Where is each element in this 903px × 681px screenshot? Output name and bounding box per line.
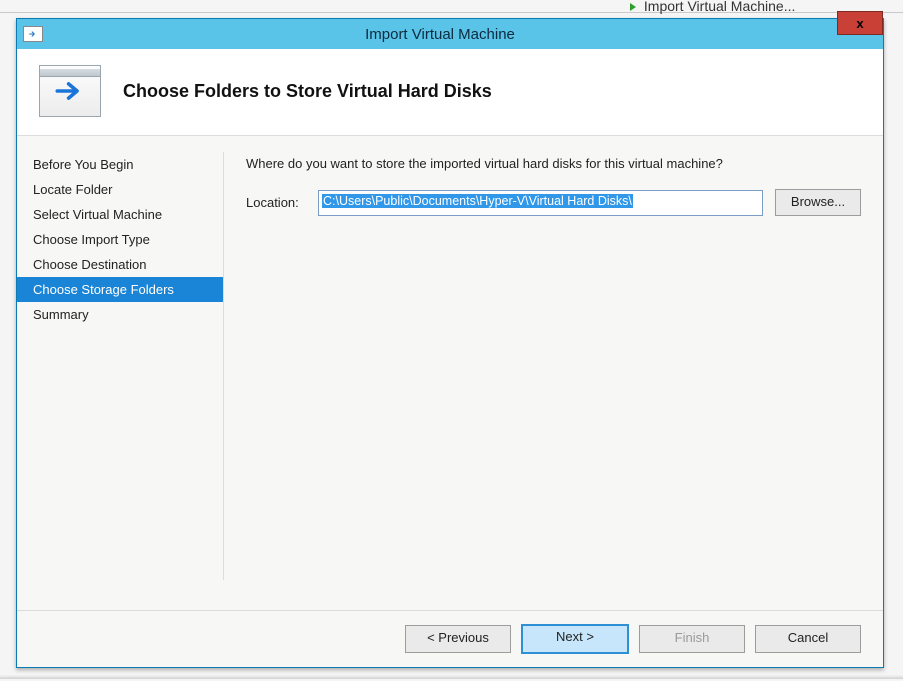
import-vm-dialog: Import Virtual Machine x Choose Folders … (16, 18, 884, 668)
finish-button: Finish (639, 625, 745, 653)
location-input[interactable]: C:\Users\Public\Documents\Hyper-V\Virtua… (318, 190, 763, 216)
wizard-steps-sidebar: Before You Begin Locate Folder Select Virt… (17, 136, 223, 610)
close-button[interactable]: x (837, 11, 883, 35)
sidebar-item-step-1[interactable]: Locate Folder (17, 177, 223, 202)
sidebar-item-label: Locate Folder (33, 182, 113, 197)
sidebar-item-step-3[interactable]: Choose Import Type (17, 227, 223, 252)
wizard-content: Where do you want to store the imported … (224, 136, 883, 610)
titlebar: Import Virtual Machine x (17, 19, 883, 49)
browse-button[interactable]: Browse... (775, 189, 861, 216)
page-bottom-shadow (0, 675, 903, 679)
bg-action-link[interactable]: Import Virtual Machine... (630, 0, 795, 14)
wizard-footer: < Previous Next > Finish Cancel (17, 610, 883, 667)
location-row: Location: C:\Users\Public\Documents\Hype… (246, 189, 861, 216)
sidebar-item-label: Summary (33, 307, 89, 322)
sidebar-item-step-4[interactable]: Choose Destination (17, 252, 223, 277)
window-title: Import Virtual Machine (43, 26, 837, 43)
import-arrow-icon (630, 3, 636, 11)
location-label: Location: (246, 195, 306, 210)
cancel-button[interactable]: Cancel (755, 625, 861, 653)
window-icon (23, 26, 43, 42)
sidebar-item-step-6[interactable]: Summary (17, 302, 223, 327)
prompt-text: Where do you want to store the imported … (246, 156, 861, 171)
sidebar-item-label: Choose Storage Folders (33, 282, 174, 297)
sidebar-item-label: Choose Import Type (33, 232, 150, 247)
sidebar-item-label: Before You Begin (33, 157, 133, 172)
wizard-header: Choose Folders to Store Virtual Hard Dis… (17, 49, 883, 135)
sidebar-item-step-0[interactable]: Before You Begin (17, 152, 223, 177)
location-input-value: C:\Users\Public\Documents\Hyper-V\Virtua… (322, 194, 633, 208)
wizard-header-icon (39, 65, 101, 117)
sidebar-item-label: Select Virtual Machine (33, 207, 162, 222)
sidebar-item-step-2[interactable]: Select Virtual Machine (17, 202, 223, 227)
sidebar-item-step-5[interactable]: Choose Storage Folders (17, 277, 223, 302)
wizard-body: Before You Begin Locate Folder Select Virt… (17, 136, 883, 610)
sidebar-item-label: Choose Destination (33, 257, 146, 272)
wizard-step-title: Choose Folders to Store Virtual Hard Dis… (123, 81, 492, 102)
next-button[interactable]: Next > (521, 624, 629, 654)
previous-button[interactable]: < Previous (405, 625, 511, 653)
close-icon: x (856, 16, 863, 31)
bg-action-label: Import Virtual Machine... (644, 0, 795, 14)
